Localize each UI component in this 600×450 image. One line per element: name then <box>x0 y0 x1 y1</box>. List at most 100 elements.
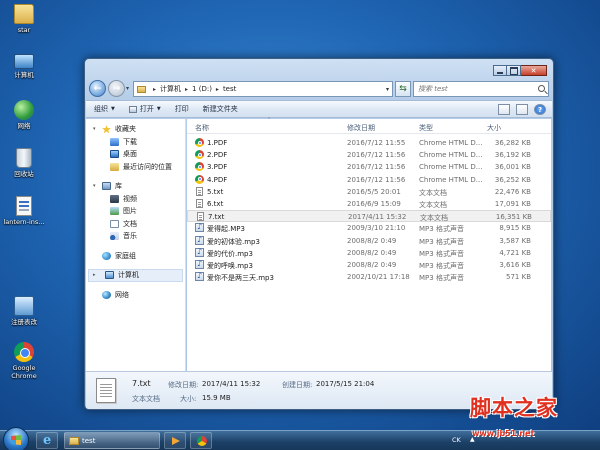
file-type: MP3 格式声音 <box>419 225 464 234</box>
desktop-icon-chrome[interactable]: Google Chrome <box>3 342 45 380</box>
taskbar-explorer-window[interactable]: test <box>64 432 160 449</box>
file-row[interactable]: 爱你不是两三天.mp3 2002/10/21 17:18 MP3 格式声音 571 K… <box>187 271 551 283</box>
forward-button[interactable]: → <box>108 80 125 97</box>
audio-file-icon <box>195 271 204 282</box>
desktop-icon-recycle-bin[interactable]: 回收站 <box>3 148 45 178</box>
file-row[interactable]: 5.txt 2016/5/5 20:01 文本文档 22,476 KB <box>187 186 551 198</box>
expand-arrow-icon[interactable]: ▸ <box>93 272 96 278</box>
file-name: 3.PDF <box>207 163 228 172</box>
nav-network[interactable]: 网络 <box>86 289 185 302</box>
nav-label: 家庭组 <box>115 251 136 260</box>
organize-button[interactable]: 组织 ▼ <box>94 104 115 114</box>
view-options-icon[interactable] <box>498 104 510 115</box>
file-modified-date: 2008/8/2 0:49 <box>347 260 397 269</box>
computer-icon <box>14 54 34 69</box>
nav-computer[interactable]: ▸ 计算机 <box>88 269 183 282</box>
file-rows: 1.PDF 2016/7/12 11:55 Chrome HTML D... 36,2… <box>187 137 551 283</box>
open-icon <box>128 105 137 113</box>
nav-downloads[interactable]: 下载 <box>86 136 185 149</box>
breadcrumb-drive-d[interactable]: 1 (D:) <box>192 85 212 93</box>
taskbar-chrome[interactable] <box>190 432 212 449</box>
chrome-icon <box>195 162 204 172</box>
preview-pane-icon[interactable] <box>516 104 528 115</box>
back-button[interactable]: ← <box>89 80 106 97</box>
breadcrumb-test[interactable]: test <box>223 85 236 93</box>
search-icon[interactable] <box>538 85 545 92</box>
file-name: 爱的代价.mp3 <box>207 249 253 258</box>
chevron-right-icon[interactable]: ▸ <box>216 86 219 93</box>
new-folder-button[interactable]: 新建文件夹 <box>203 104 238 114</box>
maximize-button[interactable] <box>507 65 521 76</box>
watermark-title: 脚本之家 <box>470 395 558 420</box>
desktop-icon-label: lantern-ins... <box>3 218 45 226</box>
chevron-right-icon[interactable]: ▸ <box>153 86 156 93</box>
file-row[interactable]: 7.txt 2017/4/11 15:32 文本文档 16,351 KB <box>187 210 551 223</box>
address-bar[interactable]: ▸ 计算机 ▸ 1 (D:) ▸ test ▾ <box>133 81 393 97</box>
file-type: Chrome HTML D... <box>419 175 483 184</box>
nav-label: 视频 <box>123 194 137 203</box>
file-size: 3,616 KB <box>499 260 531 269</box>
desktop-icon-label: 网络 <box>17 122 31 130</box>
print-label: 打印 <box>174 105 189 113</box>
minimize-button[interactable] <box>493 65 507 76</box>
column-name[interactable]: 名称 <box>195 123 209 133</box>
column-type[interactable]: 类型 <box>419 123 433 133</box>
network-icon <box>102 290 111 299</box>
print-button[interactable]: 打印 <box>175 104 189 114</box>
file-type: Chrome HTML D... <box>419 151 483 160</box>
nav-recent-places[interactable]: 最近访问的位置 <box>86 161 185 174</box>
desktop-icon-computer[interactable]: 计算机 <box>3 54 45 79</box>
refresh-button[interactable]: ⇆ <box>395 81 411 97</box>
file-size: 36,001 KB <box>494 163 531 172</box>
taskbar-internet-explorer[interactable] <box>36 432 58 449</box>
expand-arrow-icon[interactable]: ▾ <box>93 126 96 132</box>
file-name: 2.PDF <box>207 151 228 160</box>
expand-arrow-icon[interactable]: ▾ <box>93 183 96 189</box>
file-type: MP3 格式声音 <box>419 237 464 246</box>
input-language-indicator[interactable]: CK <box>452 436 461 444</box>
nav-pictures[interactable]: 图片 <box>86 205 185 218</box>
nav-homegroup[interactable]: 家庭组 <box>86 250 185 263</box>
nav-videos[interactable]: 视频 <box>86 193 185 206</box>
file-name: 6.txt <box>207 199 224 208</box>
breadcrumb-computer[interactable]: 计算机 <box>160 84 181 94</box>
nav-label: 图片 <box>123 207 137 216</box>
file-row[interactable]: 爱得起.MP3 2009/3/10 21:10 MP3 格式声音 8,915 KB <box>187 222 551 234</box>
history-dropdown-icon[interactable]: ▾ <box>126 85 129 92</box>
nav-label: 收藏夹 <box>115 125 136 134</box>
file-row[interactable]: 1.PDF 2016/7/12 11:55 Chrome HTML D... 36,2… <box>187 137 551 149</box>
desktop-icon-label: 计算机 <box>14 71 34 79</box>
file-modified-date: 2008/8/2 0:49 <box>347 236 397 245</box>
details-created-value: 2017/5/15 21:04 <box>316 380 375 388</box>
column-size[interactable]: 大小 <box>487 123 501 133</box>
file-row[interactable]: 爱的代价.mp3 2008/8/2 0:49 MP3 格式声音 4,721 KB <box>187 247 551 259</box>
close-button[interactable] <box>521 65 547 76</box>
column-date[interactable]: 修改日期 <box>347 123 375 133</box>
nav-desktop[interactable]: 桌面 <box>86 148 185 161</box>
desktop-icon-lantern[interactable]: lantern-ins... <box>3 196 45 226</box>
search-input[interactable] <box>418 85 536 93</box>
chevron-right-icon[interactable]: ▸ <box>185 86 188 93</box>
file-row[interactable]: 爱的初体验.mp3 2008/8/2 0:49 MP3 格式声音 3,587 KB <box>187 235 551 247</box>
open-label: 打开 <box>139 105 154 113</box>
desktop-icon-network[interactable]: 网络 <box>3 100 45 130</box>
file-row[interactable]: 4.PDF 2016/7/12 11:56 Chrome HTML D... 36,2… <box>187 174 551 186</box>
nav-libraries[interactable]: ▾ 库 <box>86 180 185 193</box>
video-icon <box>110 194 119 203</box>
start-button[interactable] <box>3 427 29 450</box>
file-row[interactable]: 2.PDF 2016/7/12 11:56 Chrome HTML D... 36,1… <box>187 149 551 161</box>
file-row[interactable]: 6.txt 2016/6/9 15:09 文本文档 17,091 KB <box>187 198 551 210</box>
open-button[interactable]: 打开 ▼ <box>128 104 161 114</box>
address-dropdown-icon[interactable]: ▾ <box>386 86 389 93</box>
file-modified-date: 2017/4/11 15:32 <box>348 213 407 222</box>
nav-documents[interactable]: 文档 <box>86 218 185 231</box>
help-icon[interactable]: ? <box>534 104 546 115</box>
nav-favorites[interactable]: ▾ 收藏夹 <box>86 123 185 136</box>
nav-music[interactable]: 音乐 <box>86 230 185 243</box>
file-row[interactable]: 爱的呼唤.mp3 2008/8/2 0:49 MP3 格式声音 3,616 KB <box>187 259 551 271</box>
desktop-icon-registry-tool[interactable]: 注册表改 <box>3 296 45 326</box>
desktop-icon-star[interactable]: star <box>3 4 45 34</box>
taskbar-media-player[interactable] <box>164 432 186 449</box>
nav-label: 文档 <box>123 219 137 228</box>
file-row[interactable]: 3.PDF 2016/7/12 11:56 Chrome HTML D... 36,0… <box>187 161 551 173</box>
